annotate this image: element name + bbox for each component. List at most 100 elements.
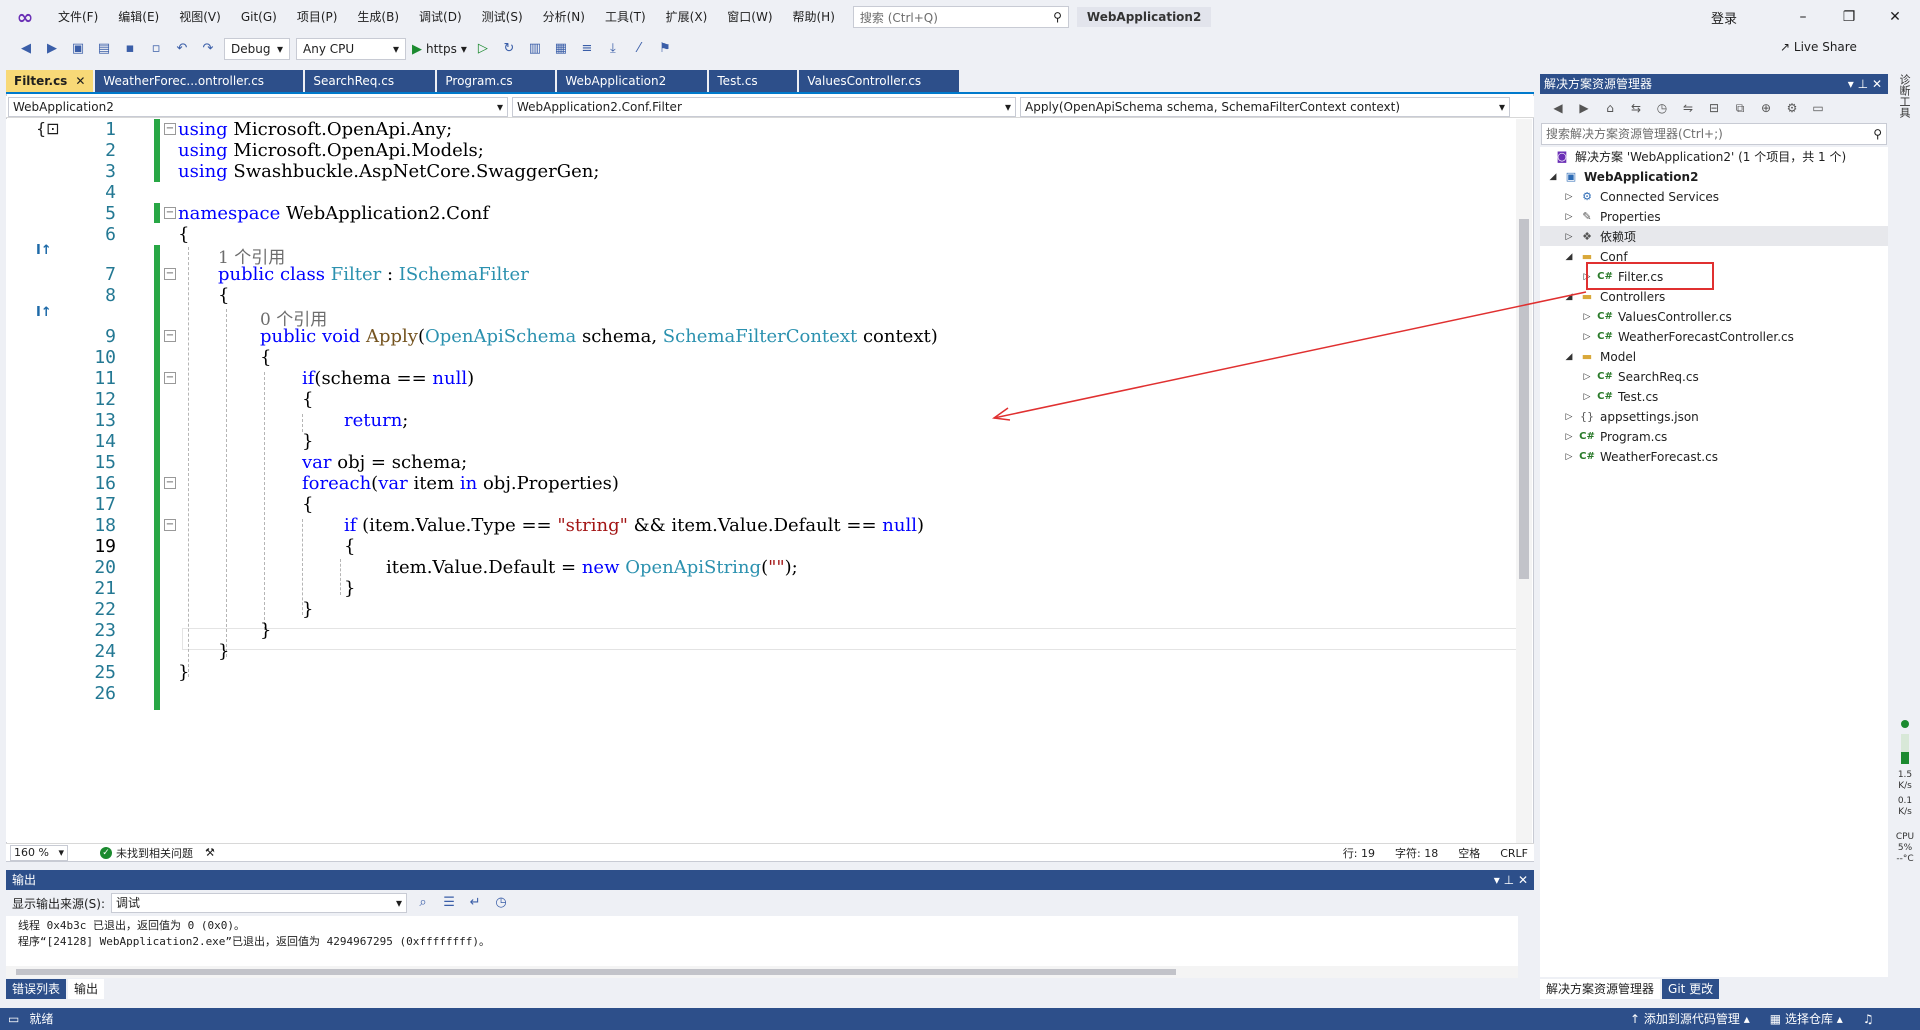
collapsed-icon[interactable]: ▷ [1564,227,1574,247]
scrollbar-thumb[interactable] [1519,219,1529,579]
bookmark-icon[interactable]: ⚑ [655,39,675,59]
chevron-down-icon[interactable]: ▾ [1494,873,1500,887]
tab-filter-cs[interactable]: Filter.cs ✕ [6,70,94,92]
output-source-select[interactable]: 调试 ▾ [111,893,408,913]
forward-icon[interactable]: ▶ [42,39,62,59]
tree-item-solution[interactable]: ◙ 解决方案 'WebApplication2' (1 个项目，共 1 个) [1554,147,1847,167]
menu-test[interactable]: 测试(S) [472,0,533,34]
add-to-source-control[interactable]: ↑ 添加到源代码管理 ▴ [1630,1008,1750,1030]
fold-toggle[interactable]: − [164,372,176,384]
collapsed-icon[interactable]: ▷ [1564,427,1574,447]
back-icon[interactable]: ◀ [16,39,36,59]
tree-item-appsettings[interactable]: ▷ {} appsettings.json [1564,407,1699,427]
pin-icon[interactable]: ⊥ [1858,77,1868,91]
layout-icon[interactable]: ▦ [551,39,571,59]
char-indicator[interactable]: 字符: 18 [1395,845,1438,861]
tree-item-searchreq[interactable]: ▷ C# SearchReq.cs [1582,367,1699,387]
output-horizontal-scrollbar[interactable] [6,966,1518,978]
redo-icon[interactable]: ↷ [198,39,218,59]
implementation-icon[interactable]: I↑ [36,243,52,258]
restore-icon[interactable]: ❐ [1826,0,1872,34]
tree-item-program[interactable]: ▷ C# Program.cs [1564,427,1668,447]
select-repository[interactable]: ▦ 选择仓库 ▴ [1770,1008,1843,1030]
menu-window[interactable]: 窗口(W) [717,0,782,34]
close-icon[interactable]: ✕ [1872,77,1882,91]
tab-program[interactable]: Program.cs [437,70,556,92]
tree-item-dependencies[interactable]: ▷ ❖ 依赖项 [1564,227,1636,247]
properties-icon[interactable]: ⚙ [1782,98,1802,118]
search-input[interactable]: 搜索 (Ctrl+Q) ⚲ [852,6,1069,28]
collapsed-icon[interactable]: ▷ [1582,387,1592,407]
diagnostic-tools-tab[interactable]: 诊断工具 [1898,74,1912,118]
folder-icon[interactable]: ▥ [525,39,545,59]
undo-icon[interactable]: ↶ [172,39,192,59]
new-project-icon[interactable]: ▣ [68,39,88,59]
clock-icon[interactable]: ◷ [491,893,511,913]
collapsed-icon[interactable]: ▷ [1582,367,1592,387]
menu-analyze[interactable]: 分析(N) [533,0,595,34]
class-dropdown[interactable]: WebApplication2.Conf.Filter ▾ [512,97,1016,117]
history-icon[interactable]: ◷ [1652,98,1672,118]
run-button[interactable]: ▶ https ▾ [412,42,467,57]
start-without-debug-icon[interactable]: ▷ [473,39,493,59]
live-share-button[interactable]: ↗ Live Share [1780,40,1857,54]
tab-test[interactable]: Test.cs [709,70,798,92]
tree-item-properties[interactable]: ▷ ✎ Properties [1564,207,1661,227]
collapsed-icon[interactable]: ▷ [1564,207,1574,227]
collapsed-icon[interactable]: ▷ [1564,407,1574,427]
open-file-icon[interactable]: ▤ [94,39,114,59]
expanded-icon[interactable]: ◢ [1548,167,1558,187]
zoom-dropdown[interactable]: 160 % ▾ [10,844,68,861]
broom-icon[interactable]: ⚒ [205,846,215,859]
close-window-icon[interactable]: ✕ [1872,0,1918,34]
format-icon[interactable]: ≡ [577,39,597,59]
fold-toggle[interactable]: − [164,207,176,219]
tab-output[interactable]: 输出 [68,979,105,999]
line-indicator[interactable]: 行: 19 [1343,845,1375,861]
issues-indicator[interactable]: ✓ 未找到相关问题 [100,845,193,861]
menu-build[interactable]: 生成(B) [347,0,409,34]
tab-weatherforecastcontroller[interactable]: WeatherForec...ontroller.cs [95,70,304,92]
output-text[interactable]: 线程 0x4b3c 已退出，返回值为 0 (0x0)。 程序“[24128] We… [6,916,1518,966]
collapsed-icon[interactable]: ▷ [1582,327,1592,347]
collapsed-icon[interactable]: ▷ [1564,187,1574,207]
save-all-icon[interactable]: ▫ [146,39,166,59]
menu-file[interactable]: 文件(F) [48,0,108,34]
login-link[interactable]: 登录 [1711,8,1737,27]
fold-toggle[interactable]: − [164,268,176,280]
eol-indicator[interactable]: CRLF [1500,847,1528,860]
tree-item-project[interactable]: ◢ ▣ WebApplication2 [1548,167,1699,187]
menu-tools[interactable]: 工具(T) [595,0,656,34]
comment-icon[interactable]: ⁄ [629,39,649,59]
show-all-files-icon[interactable]: ⧉ [1730,98,1750,118]
tree-item-connected-services[interactable]: ▷ ⚙ Connected Services [1564,187,1720,207]
menu-view[interactable]: 视图(V) [169,0,231,34]
tree-item-valuescontroller[interactable]: ▷ C# ValuesController.cs [1582,307,1732,327]
clear-all-icon[interactable]: ☰ [439,893,459,913]
back-icon[interactable]: ◀ [1548,98,1568,118]
find-icon[interactable]: ⌕ [413,893,433,913]
whitespace-indicator[interactable]: 空格 [1458,845,1480,861]
code-editor[interactable]: {⊡ I↑ I↑ 1 2 3 4 5 6 7 8 9 10 11 12 13 1… [6,119,1518,842]
editor-vertical-scrollbar[interactable] [1516,119,1532,843]
pin-icon[interactable]: ⊥ [1504,873,1514,887]
menu-extensions[interactable]: 扩展(X) [656,0,718,34]
tab-webapplication2[interactable]: WebApplication2 [557,70,708,92]
expanded-icon[interactable]: ◢ [1564,347,1574,367]
save-icon[interactable]: ▪ [120,39,140,59]
minimize-icon[interactable]: – [1780,0,1826,34]
sync-icon[interactable]: ⇋ [1678,98,1698,118]
fold-toggle[interactable]: − [164,330,176,342]
member-dropdown[interactable]: Apply(OpenApiSchema schema, SchemaFilter… [1020,97,1510,117]
tree-item-test[interactable]: ▷ C# Test.cs [1582,387,1659,407]
solution-search-input[interactable]: 搜索解决方案资源管理器(Ctrl+;) ⚲ [1541,123,1887,145]
expanded-icon[interactable]: ◢ [1564,247,1574,267]
menu-help[interactable]: 帮助(H) [783,0,845,34]
menu-edit[interactable]: 编辑(E) [108,0,169,34]
expanded-icon[interactable]: ◢ [1564,287,1574,307]
word-wrap-icon[interactable]: ↵ [465,893,485,913]
collapsed-icon[interactable]: ▷ [1582,307,1592,327]
project-dropdown[interactable]: WebApplication2 ▾ [8,97,508,117]
tab-error-list[interactable]: 错误列表 [6,979,67,999]
implementation-icon[interactable]: I↑ [36,305,52,320]
